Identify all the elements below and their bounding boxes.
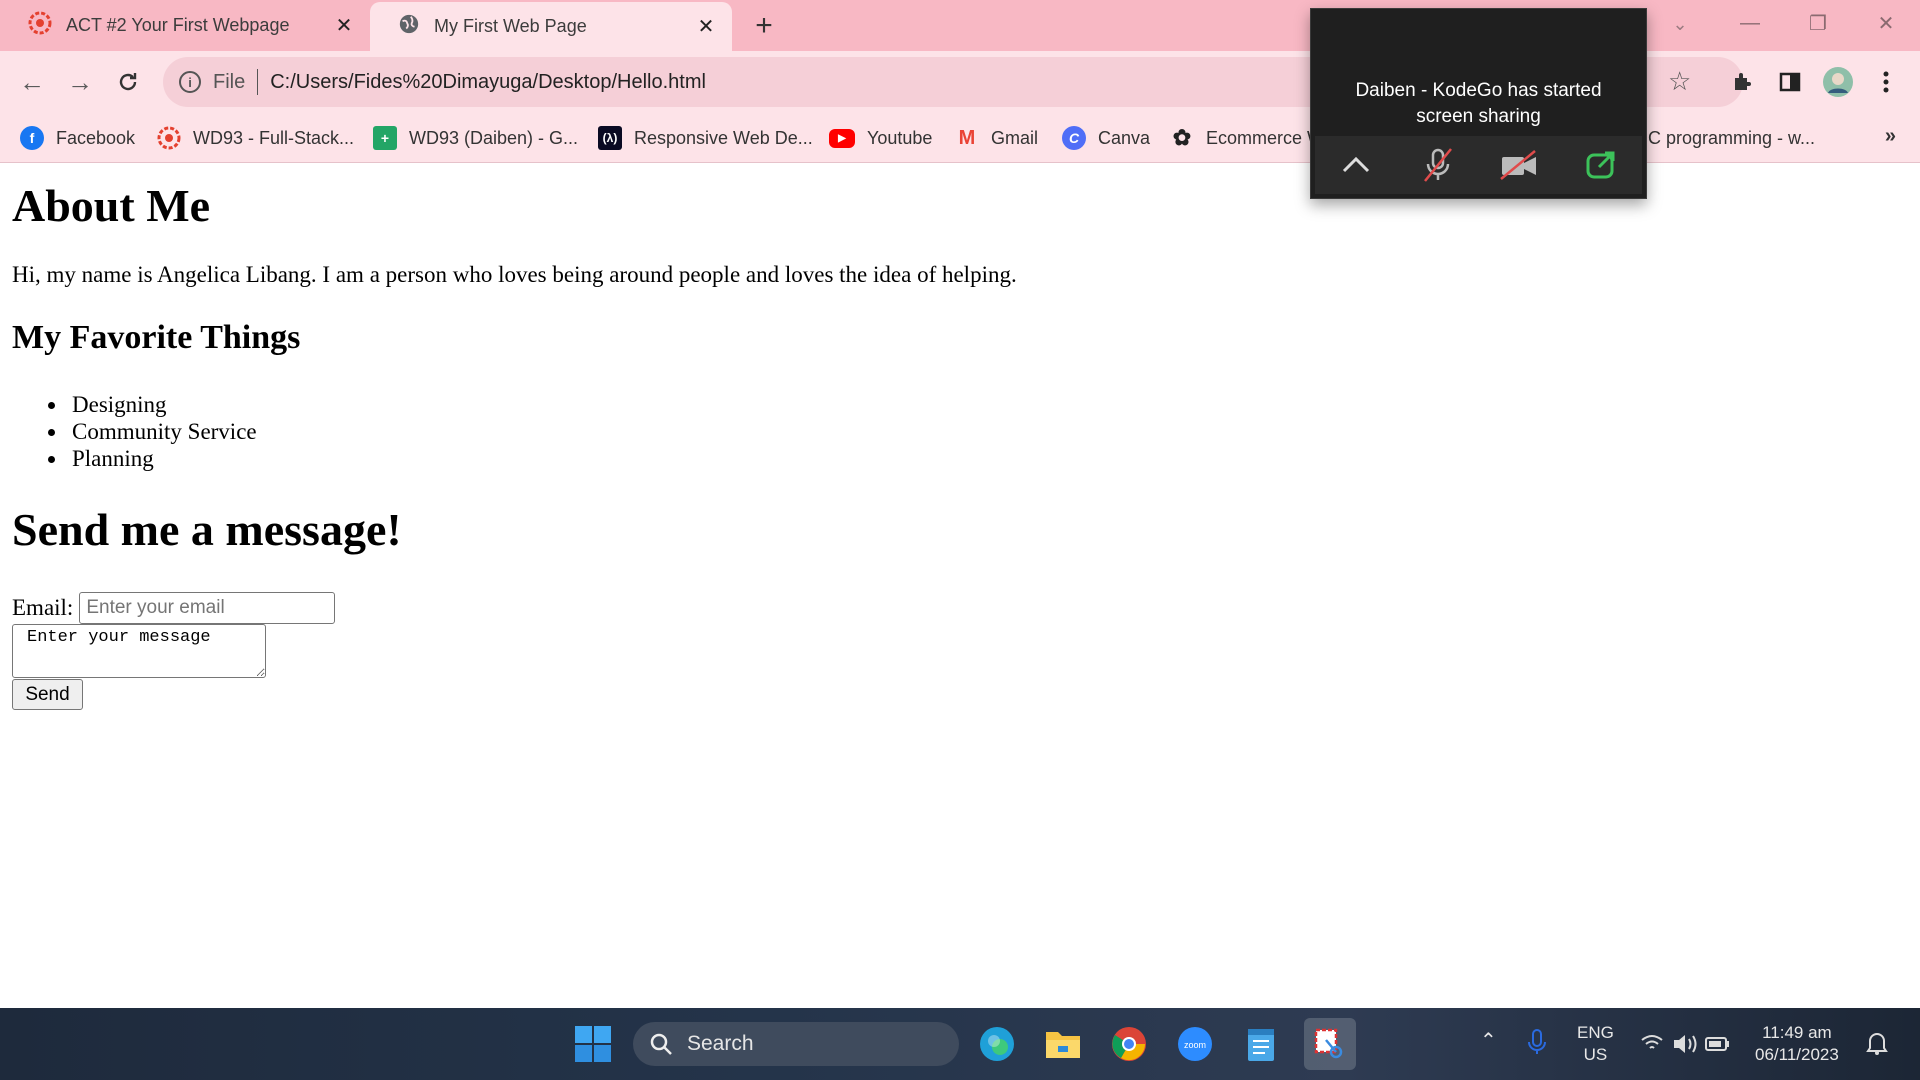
snipping-tool-icon[interactable] (1304, 1018, 1356, 1070)
clock[interactable]: 11:49 am 06/11/2023 (1755, 1022, 1839, 1066)
bookmark-label: WD93 (Daiben) - G... (409, 127, 579, 148)
bookmark-c-programming[interactable]: C programming - w... (1640, 123, 1815, 153)
forward-button[interactable]: → (62, 64, 98, 100)
openai-icon: ✿ (1172, 125, 1192, 150)
window-controls: — ❐ ✕ (1716, 0, 1920, 46)
web-page-content: About Me Hi, my name is Angelica Libang.… (0, 163, 1920, 1008)
bookmark-label: Gmail (991, 127, 1039, 148)
notepad-icon[interactable] (1240, 1023, 1282, 1065)
tab-my-first-web-page[interactable]: My First Web Page ✕ (370, 2, 732, 51)
close-tab-icon[interactable]: ✕ (332, 14, 356, 38)
zoom-icon[interactable]: zoom (1174, 1023, 1216, 1065)
tab-act2[interactable]: ACT #2 Your First Webpage ✕ (0, 0, 370, 51)
language-indicator[interactable]: ENG US (1577, 1022, 1614, 1066)
minimize-button[interactable]: — (1716, 0, 1784, 46)
mic-muted-icon[interactable] (1416, 143, 1460, 187)
tray-chevron-up-icon[interactable]: ⌃ (1480, 1030, 1497, 1052)
extensions-puzzle-icon[interactable] (1725, 64, 1761, 100)
canva-icon: C (1062, 126, 1086, 150)
list-item: Planning (48, 445, 257, 472)
close-window-button[interactable]: ✕ (1852, 0, 1920, 46)
favorites-list: Designing Community Service Planning (48, 391, 257, 472)
url-scheme: File (213, 70, 246, 93)
profile-avatar[interactable] (1820, 64, 1856, 100)
side-panel-icon[interactable] (1772, 64, 1808, 100)
info-icon[interactable]: i (179, 71, 201, 93)
share-text-line: screen sharing (1416, 106, 1541, 127)
search-icon (650, 1033, 672, 1055)
new-tab-button[interactable]: + (748, 9, 780, 42)
bookmark-gmail[interactable]: M Gmail (955, 123, 1038, 153)
bookmark-label: Responsive Web De... (634, 127, 813, 148)
taskbar-search-box[interactable]: Search (633, 1022, 959, 1066)
message-heading: Send me a message! (12, 504, 402, 555)
favorites-heading: My Favorite Things (12, 319, 301, 356)
tray-status-icons[interactable] (1640, 1030, 1732, 1064)
bookmark-youtube[interactable]: ▶ Youtube (829, 123, 932, 153)
tab-title: My First Web Page (434, 16, 587, 36)
edge-icon[interactable] (976, 1023, 1018, 1065)
share-status-text: Daiben - KodeGo has started screen shari… (1311, 78, 1646, 130)
intro-paragraph: Hi, my name is Angelica Libang. I am a p… (12, 262, 1017, 287)
bookmark-label: Youtube (867, 127, 933, 148)
file-explorer-icon[interactable] (1042, 1023, 1084, 1065)
restore-button[interactable]: ❐ (1784, 0, 1852, 46)
tab-search-chevron-icon[interactable]: ⌄ (1664, 8, 1696, 40)
divider (257, 69, 259, 95)
message-textarea[interactable] (12, 624, 266, 678)
facebook-icon: f (20, 126, 44, 150)
share-screen-icon[interactable] (1579, 143, 1623, 187)
bookmark-facebook[interactable]: f Facebook (20, 123, 135, 153)
bookmark-label: Canva (1098, 127, 1151, 148)
email-row: Email: (12, 592, 336, 624)
list-item: Community Service (48, 418, 257, 445)
close-tab-icon[interactable]: ✕ (694, 15, 718, 39)
chrome-icon[interactable] (1108, 1023, 1150, 1065)
bookmark-responsive-web[interactable]: (λ) Responsive Web De... (598, 123, 813, 153)
bookmark-ecommerce[interactable]: ✿ Ecommerce W (1170, 123, 1324, 153)
notification-bell-icon[interactable] (1866, 1030, 1888, 1062)
kodego-icon (28, 11, 52, 40)
list-item: Designing (48, 391, 257, 418)
browser-menu-icon[interactable] (1868, 64, 1904, 100)
windows-taskbar: Search zoom ⌃ ENG US 11:49 am 06/11/2023 (0, 1008, 1920, 1080)
page-heading-about-me: About Me (12, 180, 211, 231)
sheets-icon: + (373, 126, 397, 150)
bookmark-wd93-fullstack[interactable]: WD93 - Full-Stack... (157, 123, 354, 153)
send-button[interactable]: Send (12, 679, 83, 710)
search-label: Search (687, 1032, 754, 1055)
lang-text: ENG (1577, 1023, 1614, 1042)
bookmark-label: C programming - w... (1648, 127, 1816, 148)
video-off-icon[interactable] (1497, 143, 1541, 187)
lang-text: US (1583, 1045, 1608, 1064)
reload-button[interactable] (110, 64, 146, 100)
kodego-icon (157, 126, 181, 150)
windows-start-icon[interactable] (574, 1025, 612, 1063)
back-button[interactable]: ← (14, 64, 50, 100)
share-controls (1315, 136, 1642, 194)
bookmark-wd93-daiben[interactable]: + WD93 (Daiben) - G... (373, 123, 578, 153)
url-text: C:/Users/Fides%20Dimayuga/Desktop/Hello.… (270, 70, 706, 93)
more-bookmarks-icon[interactable]: » (1885, 125, 1896, 148)
screen-share-popup: Daiben - KodeGo has started screen shari… (1310, 8, 1647, 199)
email-field[interactable] (79, 592, 336, 624)
clock-time: 11:49 am (1762, 1023, 1832, 1042)
clock-date: 06/11/2023 (1755, 1045, 1839, 1064)
bookmark-label: Facebook (56, 127, 136, 148)
freecodecamp-icon: (λ) (598, 126, 622, 150)
tab-title: ACT #2 Your First Webpage (66, 15, 290, 35)
gmail-icon: M (958, 126, 976, 149)
email-label: Email: (12, 595, 74, 620)
bookmark-label: Ecommerce W (1206, 127, 1325, 148)
youtube-icon: ▶ (829, 128, 855, 148)
reload-icon (119, 73, 137, 91)
tray-app-icon[interactable] (1527, 1028, 1547, 1062)
bookmark-canva[interactable]: C Canva (1062, 123, 1150, 153)
bookmark-label: WD93 - Full-Stack... (193, 127, 355, 148)
bookmark-star-icon[interactable]: ☆ (1668, 66, 1691, 97)
share-text-line: Daiben - KodeGo has started (1355, 80, 1602, 101)
chevron-up-icon[interactable] (1334, 143, 1378, 187)
svg-text:zoom: zoom (1184, 1040, 1206, 1050)
globe-icon (398, 13, 420, 40)
